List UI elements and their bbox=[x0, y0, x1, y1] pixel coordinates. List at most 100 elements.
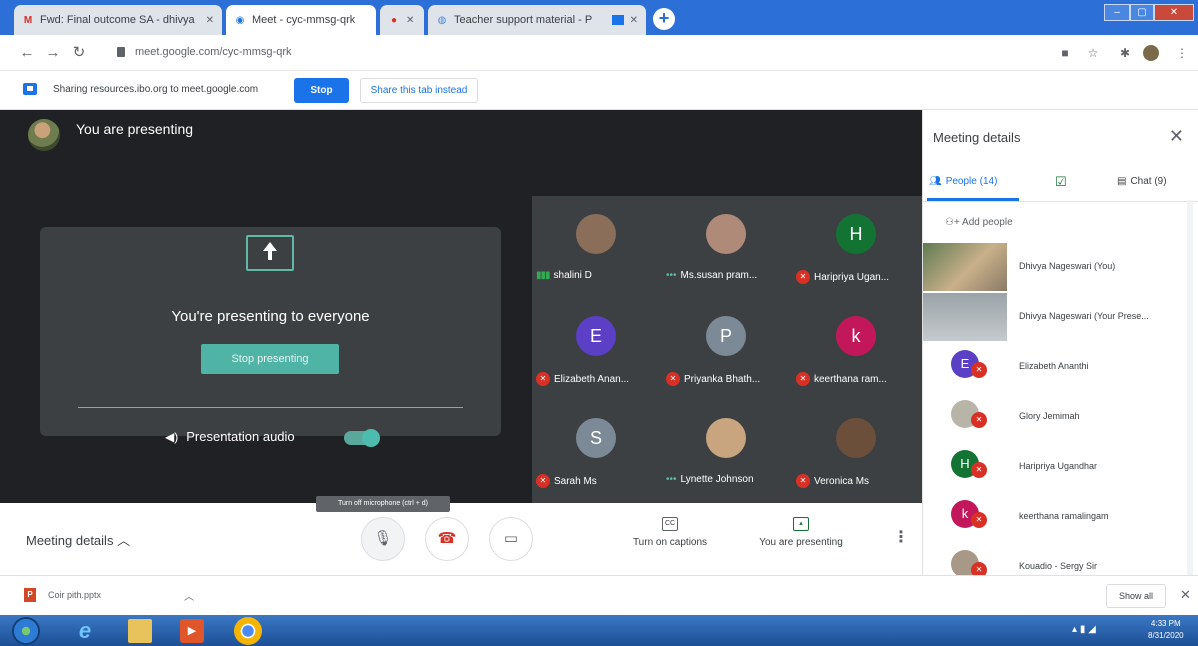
meeting-details-toggle[interactable]: Meeting details ︿ bbox=[26, 530, 130, 549]
profile-avatar[interactable] bbox=[1143, 45, 1159, 61]
presentation-audio-toggle[interactable] bbox=[344, 429, 380, 447]
reload-button[interactable]: ↻ bbox=[70, 44, 88, 62]
list-item[interactable]: E ✕ Elizabeth Ananthi bbox=[923, 342, 1198, 392]
speaking-icon: ▮▮▮ bbox=[536, 270, 550, 281]
participant-tile[interactable]: H ✕ Haripriya Ugan... bbox=[792, 202, 922, 300]
chrome-taskbar-icon[interactable] bbox=[234, 617, 262, 645]
chat-tab-label: Chat (9) bbox=[1130, 176, 1167, 187]
back-button[interactable]: ← bbox=[18, 44, 36, 62]
captions-icon: CC bbox=[662, 517, 678, 531]
mic-off-icon: ✕ bbox=[796, 474, 810, 488]
list-item[interactable]: H ✕ Haripriya Ugandhar bbox=[923, 442, 1198, 492]
chevron-up-icon[interactable]: ︿ bbox=[184, 588, 194, 603]
participant-name-row: ✕ keerthana ram... bbox=[796, 372, 920, 386]
participant-name-row: ▮▮▮ shalini D bbox=[536, 270, 660, 281]
video-thumbnail bbox=[923, 293, 1007, 341]
more-options-icon[interactable]: ⋮ bbox=[893, 527, 909, 547]
tab-ibo[interactable]: ◍ Teacher support material - P ✕ bbox=[428, 5, 646, 35]
participant-tile[interactable]: ••• Ms.susan pram... bbox=[662, 202, 792, 300]
media-player-icon[interactable]: ▶ bbox=[180, 619, 204, 643]
window-close-button[interactable]: ✕ bbox=[1154, 4, 1194, 21]
list-item[interactable]: Dhivya Nageswari (Your Prese... bbox=[923, 292, 1198, 342]
microphone-button[interactable]: 🎙︎ bbox=[361, 517, 405, 561]
participant-tile[interactable]: S ✕ Sarah Ms bbox=[532, 406, 662, 504]
close-icon[interactable]: ✕ bbox=[630, 15, 638, 26]
participant-tile[interactable]: E ✕ Elizabeth Anan... bbox=[532, 304, 662, 402]
panel-title: Meeting details bbox=[933, 130, 1021, 145]
microphone-icon: 🎙︎ bbox=[373, 530, 393, 547]
close-icon[interactable]: ✕ bbox=[406, 15, 414, 26]
you-are-presenting-button[interactable]: ▴ You are presenting bbox=[742, 517, 860, 548]
captions-button[interactable]: CC Turn on captions bbox=[622, 517, 718, 548]
extensions-icon[interactable]: ✱ bbox=[1117, 45, 1133, 61]
stop-sharing-button[interactable]: Stop bbox=[294, 78, 349, 103]
chevron-up-icon[interactable]: ▴ bbox=[1072, 624, 1077, 635]
people-tab-label: People (14) bbox=[945, 176, 998, 187]
internet-explorer-icon[interactable]: e bbox=[73, 619, 97, 643]
mic-off-icon: ✕ bbox=[971, 512, 987, 528]
mic-off-icon: ✕ bbox=[796, 372, 810, 386]
tab-people[interactable]: 👥︎ People (14) bbox=[929, 176, 997, 187]
close-icon[interactable]: ✕ bbox=[206, 15, 214, 26]
participant-tile[interactable]: ••• Lynette Johnson bbox=[662, 406, 792, 504]
download-item[interactable]: Coir pith.pptx bbox=[48, 590, 101, 600]
minimize-button[interactable]: – bbox=[1104, 4, 1130, 21]
chevron-up-icon: ︿ bbox=[117, 533, 131, 548]
show-all-button[interactable]: Show all bbox=[1106, 584, 1166, 608]
start-button[interactable] bbox=[12, 617, 40, 645]
tab-meet[interactable]: ◉ Meet - cyc-mmsg-qrk bbox=[226, 5, 376, 35]
tab-recording[interactable]: ● ✕ bbox=[380, 5, 424, 35]
avatar: E bbox=[576, 316, 616, 356]
mic-off-icon: ✕ bbox=[971, 362, 987, 378]
network-icon[interactable]: ▮ bbox=[1080, 624, 1086, 635]
address-bar[interactable]: meet.google.com/cyc-mmsg-qrk bbox=[110, 41, 1040, 65]
list-item[interactable]: k ✕ keerthana ramalingam bbox=[923, 492, 1198, 542]
tab-title: Teacher support material - P bbox=[454, 14, 593, 26]
participant-tile[interactable]: ✕ Veronica Ms bbox=[792, 406, 922, 504]
volume-icon[interactable]: ◢ bbox=[1088, 624, 1096, 635]
panel-scrollbar[interactable] bbox=[1187, 200, 1193, 575]
camera-button[interactable]: ▭ bbox=[489, 517, 533, 561]
system-clock[interactable]: 4:33 PM 8/31/2020 bbox=[1148, 618, 1184, 642]
presenting-status-label: You are presenting bbox=[759, 537, 843, 548]
microphone-tooltip: Turn off microphone (ctrl + d) bbox=[316, 496, 450, 512]
mic-off-icon: ✕ bbox=[536, 372, 550, 386]
share-this-tab-button[interactable]: Share this tab instead bbox=[360, 78, 478, 103]
close-icon[interactable]: ✕ bbox=[1180, 587, 1191, 603]
file-explorer-icon[interactable] bbox=[128, 619, 152, 643]
stop-presenting-button[interactable]: Stop presenting bbox=[201, 344, 339, 374]
camera-indicator-icon[interactable]: ■ bbox=[1057, 45, 1073, 61]
participant-tile[interactable]: ▮▮▮ shalini D bbox=[532, 202, 662, 300]
participant-name: Ms.susan pram... bbox=[680, 270, 758, 281]
add-people-button[interactable]: ⚇+ Add people bbox=[945, 217, 1013, 228]
close-panel-icon[interactable]: ✕ bbox=[1169, 126, 1184, 147]
browser-menu-icon[interactable]: ⋮ bbox=[1174, 45, 1190, 61]
checkbox-icon: ☑︎ bbox=[1055, 174, 1067, 189]
bookmark-star-icon[interactable]: ☆ bbox=[1085, 45, 1101, 61]
avatar: k bbox=[836, 316, 876, 356]
mic-off-icon: ✕ bbox=[971, 412, 987, 428]
tab-activities[interactable]: ☑︎ bbox=[1055, 174, 1067, 190]
tab-title: Fwd: Final outcome SA - dhivya bbox=[40, 14, 195, 26]
tab-chat[interactable]: ▤ Chat (9) bbox=[1117, 176, 1167, 187]
maximize-button[interactable]: ▢ bbox=[1130, 4, 1154, 21]
participant-name: Kouadio - Sergy Sir bbox=[1019, 561, 1098, 571]
presentation-audio-row: ◀︎) Presentation audio bbox=[165, 429, 295, 444]
lock-icon bbox=[117, 47, 125, 57]
tab-gmail[interactable]: M Fwd: Final outcome SA - dhivya ✕ bbox=[14, 5, 222, 35]
participant-name-row: ✕ Veronica Ms bbox=[796, 474, 920, 488]
presentation-audio-label: Presentation audio bbox=[186, 429, 295, 444]
list-item[interactable]: Dhivya Nageswari (You) bbox=[923, 242, 1198, 292]
audio-level-icon: ••• bbox=[666, 474, 677, 485]
recording-icon: ● bbox=[390, 14, 398, 26]
participant-name: Haripriya Ugan... bbox=[814, 271, 890, 283]
present-screen-icon bbox=[246, 235, 294, 271]
meeting-stage: You are presenting You're presenting to … bbox=[0, 110, 922, 503]
list-item[interactable]: ✕ Glory Jemimah bbox=[923, 392, 1198, 442]
forward-button[interactable]: → bbox=[44, 44, 62, 62]
participant-tile[interactable]: P ✕ Priyanka Bhath... bbox=[662, 304, 792, 402]
participant-tile[interactable]: k ✕ keerthana ram... bbox=[792, 304, 922, 402]
leave-call-button[interactable]: ☎︎ bbox=[425, 517, 469, 561]
presentation-title: You're presenting to everyone bbox=[171, 308, 370, 325]
new-tab-button[interactable]: + bbox=[653, 8, 675, 30]
